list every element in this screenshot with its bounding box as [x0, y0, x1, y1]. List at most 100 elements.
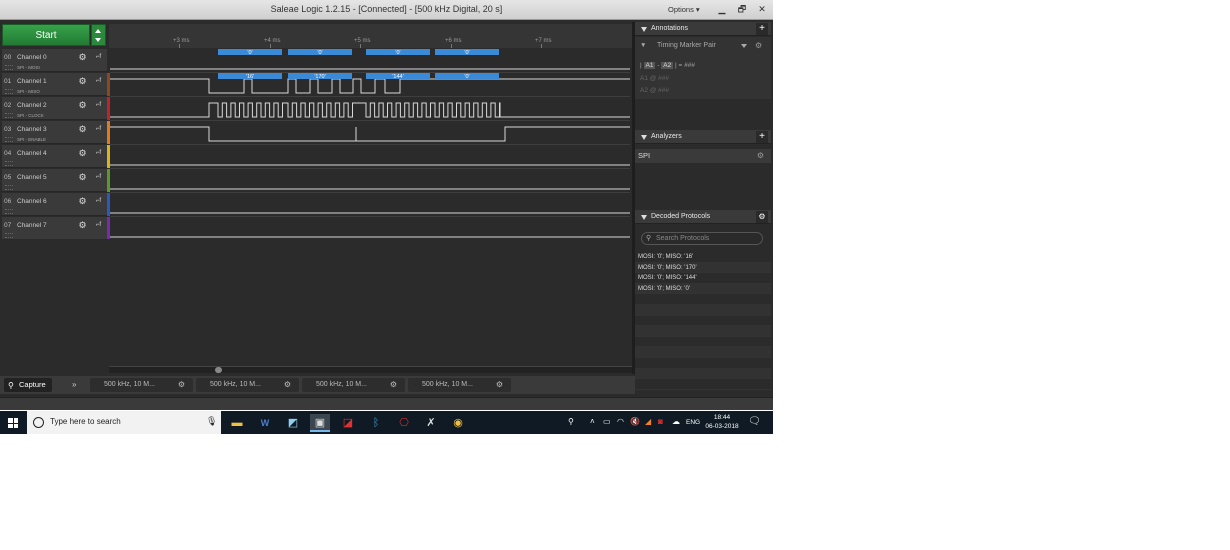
gear-icon[interactable]: ⚙	[496, 378, 503, 392]
gear-icon[interactable]: ⚙	[77, 148, 88, 159]
notes-icon[interactable]: ◩	[283, 414, 303, 432]
drag-handle-icon[interactable]	[5, 233, 13, 238]
drag-handle-icon[interactable]	[5, 209, 13, 214]
capture-tab[interactable]: ⚲ Capture	[4, 378, 52, 392]
time-ruler[interactable]: +3 ms +4 ms +5 ms +6 ms +7 ms	[109, 24, 633, 48]
gear-icon[interactable]: ⚙	[756, 211, 768, 223]
collapse-icon[interactable]	[641, 27, 647, 32]
maximize-button[interactable]: 🗗	[732, 1, 752, 17]
options-menu[interactable]: Options ▾	[668, 5, 700, 14]
acrobat-icon[interactable]: ⎔	[394, 414, 414, 432]
windows-start-icon[interactable]	[8, 418, 18, 428]
capture-session-tab[interactable]: 500 kHz, 10 M... ⚙	[196, 378, 299, 392]
bluetooth-icon[interactable]: ᛒ	[366, 414, 386, 432]
trigger-icon[interactable]: ⌐f	[93, 100, 104, 111]
gear-icon[interactable]: ⚙	[390, 378, 397, 392]
channel-name[interactable]: Channel 2	[17, 102, 47, 109]
list-item[interactable]: MOSI: '0'; MISO: '170'	[635, 262, 771, 274]
channel-name[interactable]: Channel 4	[17, 150, 47, 157]
waveform-view[interactable]: '0' '0' '0' '0' '16' '170' '144' '0'	[110, 49, 630, 239]
people-icon[interactable]: ⚲	[568, 417, 574, 426]
analyzers-header[interactable]: Analyzers +	[635, 130, 771, 144]
analyzer-item-spi[interactable]: SPI ⚙	[635, 149, 771, 163]
channel-name[interactable]: Channel 0	[17, 54, 47, 61]
list-item[interactable]: MOSI: '0'; MISO: '16'	[635, 252, 771, 263]
taskbar-search-box[interactable]: Type here to search 🎙	[27, 411, 221, 434]
more-tabs-icon[interactable]: »	[72, 380, 76, 389]
channel-name[interactable]: Channel 5	[17, 174, 47, 181]
alert-icon[interactable]: ◢	[645, 417, 651, 426]
gear-icon[interactable]: ⚙	[755, 41, 762, 50]
scrollbar-thumb[interactable]	[215, 367, 222, 373]
trigger-icon[interactable]: ⌐f	[93, 52, 104, 63]
drag-handle-icon[interactable]	[5, 137, 13, 142]
filter-icon[interactable]: ▼	[640, 42, 646, 49]
gear-icon[interactable]: ⚙	[77, 52, 88, 63]
channel-row-4[interactable]: 04 Channel 4 ⚙ ⌐f	[2, 145, 107, 168]
chevron-down-icon[interactable]	[741, 44, 747, 48]
trigger-icon[interactable]: ⌐f	[93, 196, 104, 207]
capture-session-tab[interactable]: 500 kHz, 10 M... ⚙	[90, 378, 193, 392]
gear-icon[interactable]: ⚙	[284, 378, 291, 392]
gear-icon[interactable]: ⚙	[77, 196, 88, 207]
microphone-icon[interactable]: 🎙	[206, 416, 217, 427]
gear-icon[interactable]: ⚙	[77, 76, 88, 87]
battery-icon[interactable]: ▭	[603, 417, 611, 426]
drag-handle-icon[interactable]	[5, 65, 13, 70]
marker-a1[interactable]: A1	[643, 62, 656, 69]
capture-session-tab[interactable]: 500 kHz, 10 M... ⚙	[302, 378, 405, 392]
wifi-icon[interactable]: ◠	[617, 417, 624, 426]
marker-a2[interactable]: A2	[661, 62, 674, 69]
channel-row-1[interactable]: 01 Channel 1 SPI - MISO ⚙ ⌐f	[2, 73, 107, 96]
chevron-up-icon[interactable]: ˄	[590, 417, 595, 426]
collapse-icon[interactable]	[641, 215, 647, 220]
gear-icon[interactable]: ⚙	[77, 172, 88, 183]
chrome-icon[interactable]: ◉	[448, 414, 468, 432]
taskbar-clock[interactable]: 18:44 06-03-2018	[705, 413, 739, 431]
channel-row-5[interactable]: 05 Channel 5 ⚙ ⌐f	[2, 169, 107, 192]
close-button[interactable]: ✕	[752, 1, 772, 17]
gear-icon[interactable]: ⚙	[77, 124, 88, 135]
start-button[interactable]: Start	[2, 24, 90, 46]
search-protocols-input[interactable]: ⚲ Search Protocols	[641, 232, 763, 245]
word-icon[interactable]: W	[255, 414, 275, 432]
antivirus-icon[interactable]: ◙	[658, 417, 663, 426]
channel-name[interactable]: Channel 7	[17, 222, 47, 229]
list-item[interactable]: MOSI: '0'; MISO: '0'	[635, 283, 771, 295]
channel-name[interactable]: Channel 3	[17, 126, 47, 133]
decoded-protocols-header[interactable]: Decoded Protocols ⚙	[635, 210, 771, 224]
gear-icon[interactable]: ⚙	[757, 149, 764, 163]
channel-name[interactable]: Channel 1	[17, 78, 47, 85]
trigger-icon[interactable]: ⌐f	[93, 148, 104, 159]
gear-icon[interactable]: ⚙	[178, 378, 185, 392]
capture-session-tab[interactable]: 500 kHz, 10 M... ⚙	[408, 378, 511, 392]
gear-icon[interactable]: ⚙	[77, 100, 88, 111]
list-item[interactable]: MOSI: '0'; MISO: '144'	[635, 273, 771, 284]
add-analyzer-button[interactable]: +	[756, 131, 768, 143]
drag-handle-icon[interactable]	[5, 113, 13, 118]
channel-name[interactable]: Channel 6	[17, 198, 47, 205]
language-indicator[interactable]: ENG	[686, 419, 700, 426]
collapse-icon[interactable]	[641, 135, 647, 140]
notifications-icon[interactable]: 🗨	[748, 416, 761, 427]
channel-row-0[interactable]: 00 Channel 0 SPI - MOSI ⚙ ⌐f	[2, 49, 107, 72]
saleae-logic-taskbar-icon[interactable]: ▣	[310, 414, 330, 432]
onedrive-icon[interactable]: ☁	[672, 417, 680, 426]
annotation-type-select[interactable]: Timing Marker Pair	[657, 42, 716, 49]
drag-handle-icon[interactable]	[5, 161, 13, 166]
gear-icon[interactable]: ⚙	[77, 220, 88, 231]
volume-muted-icon[interactable]: 🔇	[630, 417, 640, 426]
add-annotation-button[interactable]: +	[756, 23, 768, 35]
channel-row-6[interactable]: 06 Channel 6 ⚙ ⌐f	[2, 193, 107, 216]
channel-row-3[interactable]: 03 Channel 3 SPI - ENABLE ⚙ ⌐f	[2, 121, 107, 144]
trigger-icon[interactable]: ⌐f	[93, 124, 104, 135]
annotations-header[interactable]: Annotations +	[635, 22, 771, 36]
channel-row-7[interactable]: 07 Channel 7 ⚙ ⌐f	[2, 217, 107, 240]
minimize-button[interactable]: ▁	[712, 1, 732, 17]
file-explorer-icon[interactable]: ▬	[227, 414, 247, 432]
channel-row-2[interactable]: 02 Channel 2 SPI - CLOCK ⚙ ⌐f	[2, 97, 107, 120]
drag-handle-icon[interactable]	[5, 185, 13, 190]
trigger-icon[interactable]: ⌐f	[93, 220, 104, 231]
drag-handle-icon[interactable]	[5, 89, 13, 94]
trigger-icon[interactable]: ⌐f	[93, 172, 104, 183]
